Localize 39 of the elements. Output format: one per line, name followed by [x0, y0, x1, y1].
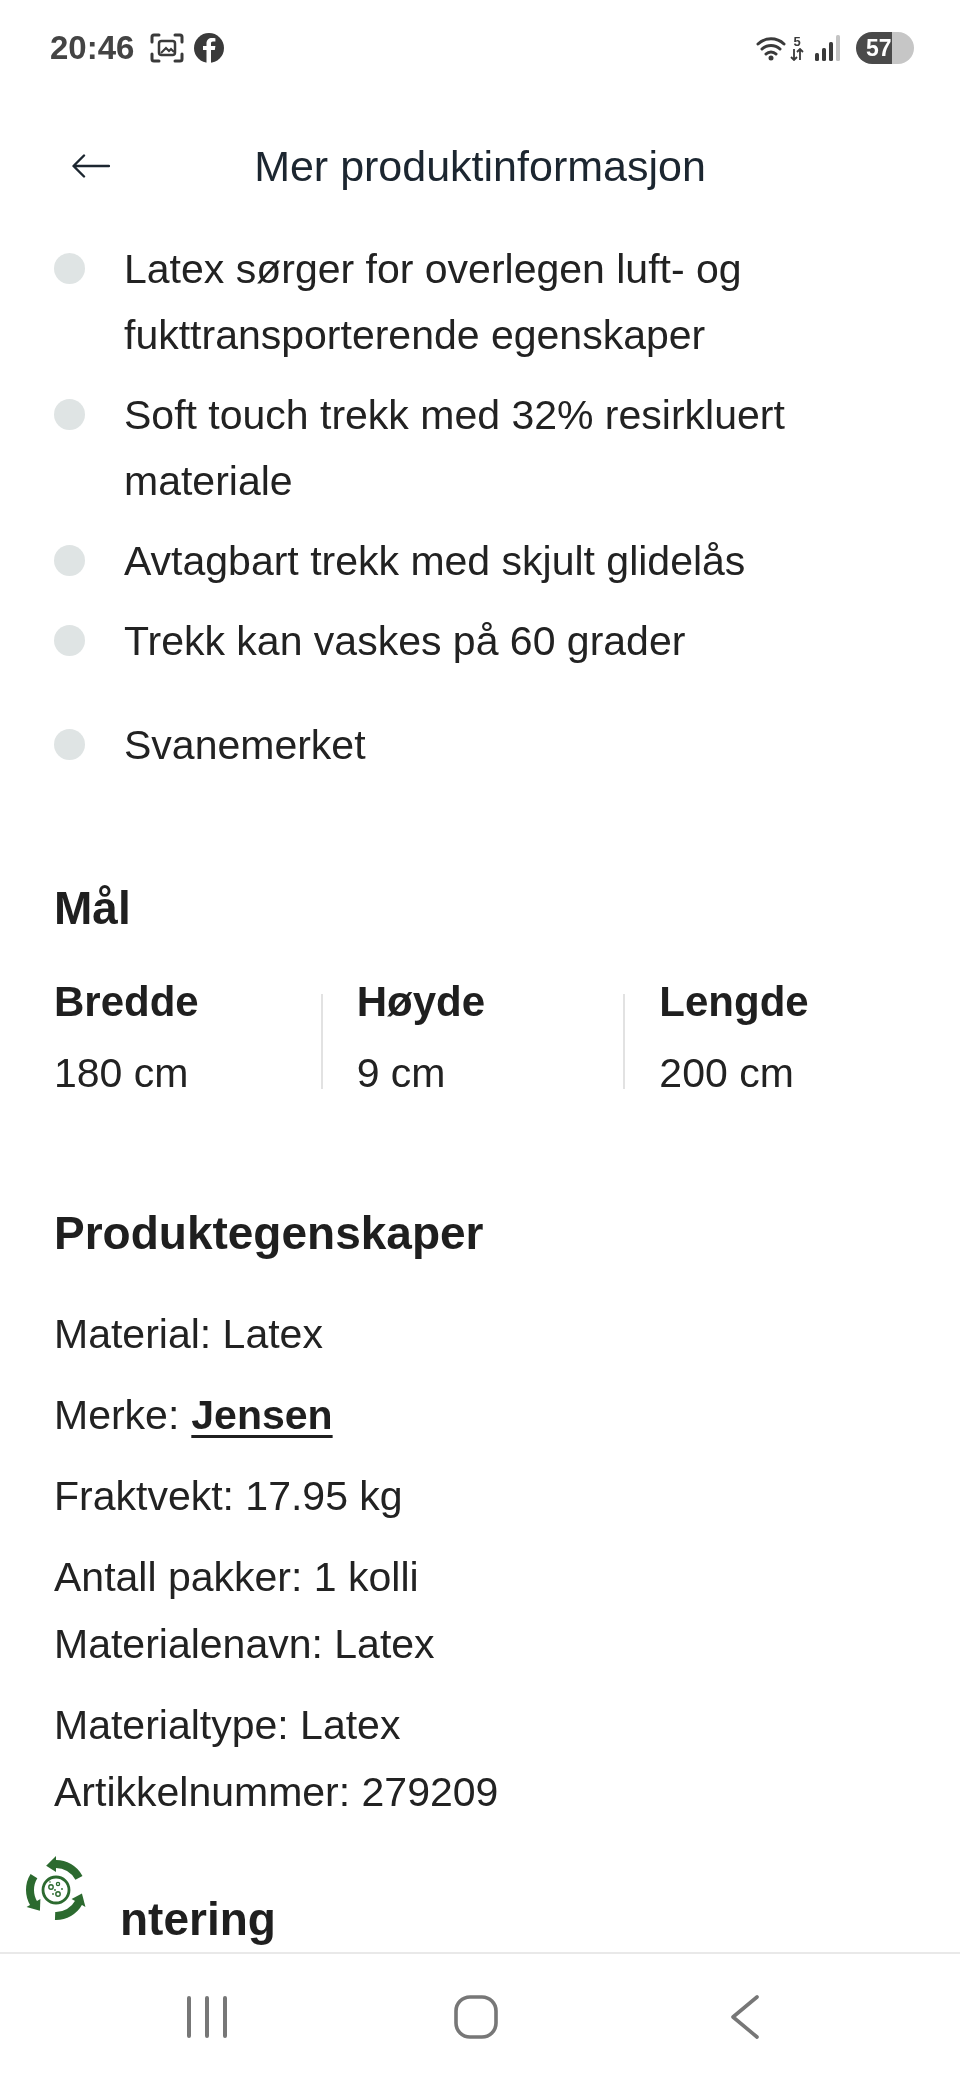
property-text: Materialenavn: Latex [54, 1620, 435, 1669]
dimension-label: Høyde [356, 977, 486, 1027]
network-type-label: 5 [793, 35, 801, 48]
status-time: 20:46 [50, 29, 135, 67]
wifi-icon [756, 35, 786, 61]
dimension-label: Bredde [54, 977, 199, 1027]
feature-text: Avtagbart trekk med skjult glidelås [124, 537, 746, 586]
left-arrow-icon [72, 154, 110, 178]
section-heading: Mål [54, 881, 131, 936]
page-title: Mer produktinformasjon [254, 141, 706, 191]
three-bars-icon [186, 1996, 228, 2038]
property-text: Antall pakker: 1 kolli [54, 1553, 419, 1602]
letter-f-icon [194, 33, 225, 63]
bullet-dot-icon [54, 625, 85, 656]
chevron-left-icon [730, 1995, 760, 2039]
section-heading: ntering [120, 1892, 276, 1946]
bullet-dot-icon [54, 729, 85, 760]
bullet-dot-icon [54, 253, 85, 284]
feature-text: Soft touch trekk med 32% resirkluert materiale [124, 391, 786, 506]
screenshot-icon [150, 33, 185, 63]
property-label: Merke: [54, 1392, 180, 1438]
feature-text: Svanemerket [124, 721, 366, 770]
feature-text: Trekk kan vaskes på 60 grader [124, 617, 686, 666]
feature-text: Latex sørger for overlegen luft- og fukttransporterende egenskaper [124, 245, 743, 360]
property-text: Artikkelnummer: 279209 [54, 1768, 499, 1817]
property-text: Materialtype: Latex [54, 1701, 401, 1750]
dimension-label: Lengde [659, 977, 809, 1027]
bullet-dot-icon [54, 399, 85, 430]
bullet-dot-icon [54, 545, 85, 576]
brand-link[interactable]: Jensen [191, 1392, 333, 1438]
dimension-value: 9 cm [356, 1049, 446, 1098]
dimension-value: 200 cm [659, 1049, 794, 1098]
dimension-value: 180 cm [54, 1049, 189, 1098]
rounded-square-icon [454, 1995, 498, 2039]
up-down-arrows-icon [790, 48, 804, 61]
property-text: Material: Latex [54, 1310, 323, 1359]
battery-percent: 57 [866, 35, 892, 61]
section-heading: Produktegenskaper [54, 1206, 484, 1261]
property-text: Fraktvekt: 17.95 kg [54, 1472, 403, 1521]
